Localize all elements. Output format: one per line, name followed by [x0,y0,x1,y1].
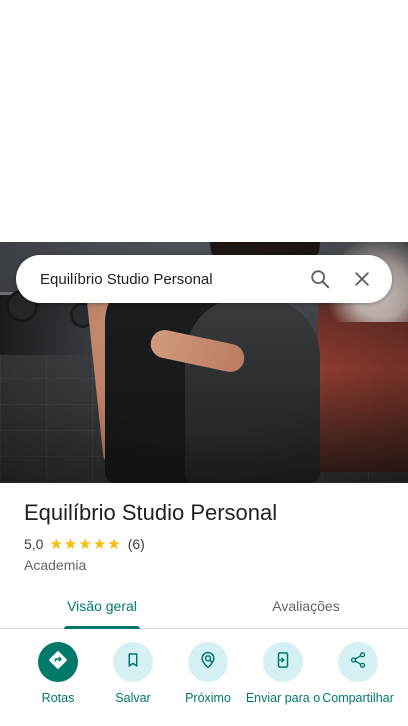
save-button-circle[interactable] [113,642,153,682]
directions-icon [48,650,68,675]
send-to-phone-icon [274,651,292,674]
star-icon: ★ [78,535,92,553]
nearby-button-circle[interactable] [188,642,228,682]
close-icon[interactable] [344,261,380,297]
send-to-phone-label: Enviar para o [245,691,321,705]
rating-stars: ★ ★ ★ ★ ★ [49,537,121,552]
directions-label: Rotas [41,691,75,705]
tab-bar: Visão geral Avaliações [0,584,408,629]
directions-button[interactable]: Rotas [22,642,94,726]
nearby-icon [198,650,218,675]
search-query[interactable]: Equilíbrio Studio Personal [40,271,302,288]
bookmark-icon [124,651,142,674]
nearby-label: Próximo [185,691,231,705]
share-label: Compartilhar [322,691,394,705]
place-category[interactable]: Academia [24,557,86,573]
place-title: Equilíbrio Studio Personal [24,500,278,525]
action-bar: Rotas Salvar Próximo Enviar para o Compa… [0,642,408,726]
save-label: Salvar [115,691,151,705]
star-icon: ★ [49,535,63,553]
send-to-phone-button-circle[interactable] [263,642,303,682]
search-icon[interactable] [302,261,338,297]
nearby-button[interactable]: Próximo [172,642,244,726]
rating-value: 5,0 [24,536,44,552]
star-icon: ★ [92,535,107,553]
share-icon [349,651,367,674]
review-count[interactable]: (6) [128,536,145,552]
send-to-phone-button[interactable]: Enviar para o [246,642,320,726]
rating-row[interactable]: 5,0 ★ ★ ★ ★ ★ (6) [24,536,145,552]
blank-top-area [0,0,408,242]
tab-reviews[interactable]: Avaliações [204,584,408,628]
share-button[interactable]: Compartilhar [322,642,394,726]
star-icon: ★ [63,535,78,553]
share-button-circle[interactable] [338,642,378,682]
tab-overview[interactable]: Visão geral [0,584,204,629]
star-icon: ★ [107,535,121,553]
search-bar[interactable]: Equilíbrio Studio Personal [16,255,392,303]
directions-button-circle[interactable] [38,642,78,682]
save-button[interactable]: Salvar [97,642,169,726]
